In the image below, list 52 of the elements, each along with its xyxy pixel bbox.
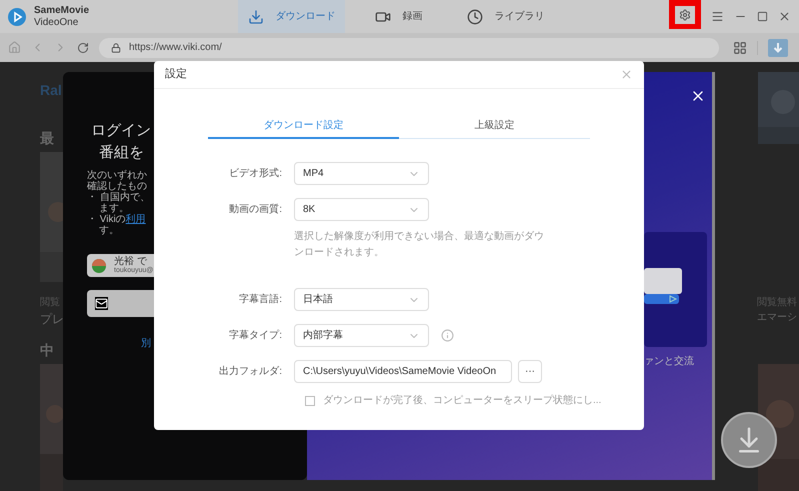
bullet-text: ます。 xyxy=(98,203,129,214)
account-name: 光裕 で xyxy=(114,256,147,266)
settings-tab[interactable]: ダウンロード設定 xyxy=(208,113,399,139)
field-label: ビデオ形式: xyxy=(228,166,283,181)
sleep-option-label: ダウンロードが完了後、コンピューターをスリープ状態にし... xyxy=(323,394,602,408)
field-label: 字幕タイプ: xyxy=(228,328,283,343)
settings-tab[interactable]: 上級設定 xyxy=(399,113,590,139)
login-heading: ログイン xyxy=(91,121,151,141)
dialog-title: 設定 xyxy=(165,66,187,82)
field-label: 出力フォルダ: xyxy=(218,364,283,379)
play-logo-icon xyxy=(8,8,26,26)
reload-icon[interactable] xyxy=(77,42,89,54)
bullet-text: ・ 自国内で、 xyxy=(87,192,150,203)
lock-icon xyxy=(111,42,121,52)
dropdown[interactable]: 内部字幕 xyxy=(294,324,429,347)
section-heading: 中 xyxy=(40,341,54,360)
download-extension-icon[interactable] xyxy=(768,38,788,56)
app-subtitle: VideoOne xyxy=(34,16,80,28)
card-title: プレ xyxy=(40,311,64,328)
download-icon xyxy=(248,8,264,24)
field-label: 字幕言語: xyxy=(238,292,283,307)
other-link[interactable]: 別 xyxy=(141,336,151,351)
hint-text: 選択した解像度が利用できない場合、最適な動画がダウンロードされます。 xyxy=(294,230,544,260)
site-logo: Ral xyxy=(40,81,62,100)
avatar-icon xyxy=(92,258,106,272)
settings-icon[interactable] xyxy=(679,8,691,20)
apps-icon[interactable] xyxy=(733,40,747,54)
app-name: SameMovie xyxy=(34,4,90,16)
login-intro: 次のいずれか xyxy=(87,170,148,181)
nav-tab[interactable]: ライブラリ xyxy=(452,0,559,33)
browse-button[interactable]: ··· xyxy=(518,360,542,383)
promo-caption: ァンと交流 xyxy=(644,354,694,369)
terms-link[interactable]: 利用 xyxy=(126,214,146,225)
mail-icon xyxy=(95,297,108,310)
login-intro: 確認したもの xyxy=(87,181,148,192)
url-field[interactable]: https://www.viki.com/ xyxy=(99,38,719,58)
sleep-checkbox[interactable] xyxy=(305,396,315,406)
maximize-icon[interactable] xyxy=(757,11,768,22)
nav-tab[interactable]: 録画 xyxy=(345,0,452,33)
bullet-text: す。 xyxy=(98,225,120,236)
section-heading: 最 xyxy=(40,129,54,148)
url-text: https://www.viki.com/ xyxy=(129,41,222,55)
card-title: エマーシ xyxy=(757,311,797,325)
login-heading: 番組を xyxy=(98,143,145,163)
folder-path-field[interactable]: C:\Users\yuyu\Videos\SameMovie VideoOn xyxy=(294,360,512,383)
clock-icon xyxy=(466,8,482,24)
dropdown[interactable]: 8K xyxy=(294,198,429,221)
field-label: 動画の画質: xyxy=(228,202,283,217)
dropdown[interactable]: 日本語 xyxy=(294,288,429,311)
bullet-text: ・ Vikiの xyxy=(87,214,126,225)
menu-icon[interactable] xyxy=(711,10,724,23)
dropdown[interactable]: MP4 xyxy=(294,162,429,185)
